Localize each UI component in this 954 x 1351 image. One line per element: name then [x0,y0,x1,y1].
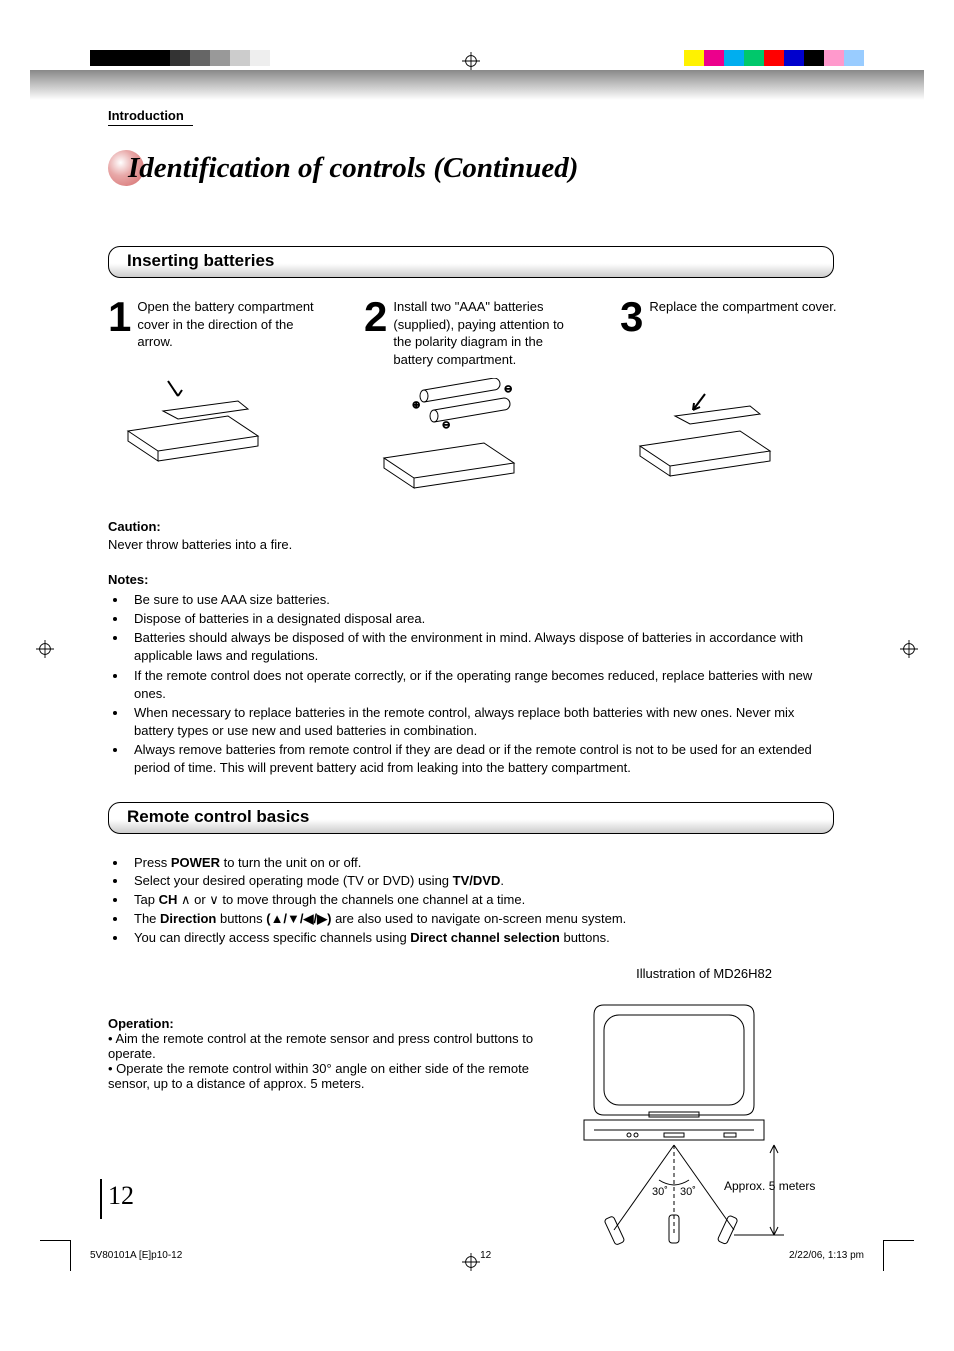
section-label: Introduction [108,108,193,126]
step-text: Install two "AAA" batteries (supplied), … [393,298,584,368]
step-text: Replace the compartment cover. [649,298,836,336]
step: 2 Install two "AAA" batteries (supplied)… [364,298,584,368]
registration-mark-icon [36,640,54,658]
caution-block: Caution: Never throw batteries into a fi… [108,518,834,554]
list-item: You can directly access specific channel… [128,929,834,948]
subsection-heading: Remote control basics [108,802,834,834]
basics-list: Press POWER to turn the unit on or off. … [108,854,834,948]
list-item: The Direction buttons (▲/▼/◀/▶) are also… [128,910,834,929]
registration-mark-icon [900,640,918,658]
operation-text: Operation: • Aim the remote control at t… [108,1016,534,1245]
step-column: 2 Install two "AAA" batteries (supplied)… [364,298,584,498]
list-item: Dispose of batteries in a designated dis… [128,610,834,628]
page-title-row: Identification of controls (Continued) [108,150,834,186]
list-item: If the remote control does not operate c… [128,667,834,703]
list-item: Press POWER to turn the unit on or off. [128,854,834,873]
footer-page: 12 [480,1250,491,1261]
page-content: Introduction Identification of controls … [108,108,834,1245]
step-number: 3 [620,298,643,336]
inserting-batteries-section: Inserting batteries 1 Open the battery c… [108,246,834,778]
list-item: Tap CH ∧ or ∨ to move through the channe… [128,891,834,910]
notes-label: Notes: [108,571,834,589]
page-title: Identification of controls (Continued) [128,152,578,185]
list-item: Always remove batteries from remote cont… [128,741,834,777]
step-number: 2 [364,298,387,368]
list-item: Select your desired operating mode (TV o… [128,872,834,891]
svg-text:⊖: ⊖ [504,384,512,395]
footer-file: 5V80101A [E]p10-12 [90,1250,182,1261]
list-item: Be sure to use AAA size batteries. [128,591,834,609]
document-page: Introduction Identification of controls … [0,0,954,1351]
page-number-bar [100,1179,102,1219]
step-text: Open the battery compartment cover in th… [137,298,328,351]
step-illustration: ⊕ ⊖ ⊖ [364,378,584,498]
operation-label: Operation: [108,1016,534,1031]
list-item: Batteries should always be disposed of w… [128,629,834,665]
operation-item: • Operate the remote control within 30° … [108,1061,534,1091]
step-number: 1 [108,298,131,351]
caution-label: Caution: [108,518,834,536]
print-color-bar [0,50,954,66]
notes-list: Be sure to use AAA size batteries. Dispo… [108,591,834,778]
print-footer: 5V80101A [E]p10-12 12 2/22/06, 1:13 pm [90,1250,864,1261]
angle-right-label: 30˚ [680,1186,696,1198]
step: 3 Replace the compartment cover. [620,298,840,336]
svg-text:⊕: ⊕ [412,400,420,411]
tv-illustration-block: Illustration of MD26H82 [574,966,834,1245]
tv-range-diagram: 30˚ 30˚ Approx. 5 meters [574,985,834,1245]
distance-label: Approx. 5 meters [724,1179,815,1193]
gradient-bar [30,70,924,100]
list-item: When necessary to replace batteries in t… [128,704,834,740]
remote-basics-section: Remote control basics Press POWER to tur… [108,802,834,1245]
footer-date: 2/22/06, 1:13 pm [789,1250,864,1261]
angle-left-label: 30˚ [652,1186,668,1198]
step-illustration [108,361,328,471]
page-number: 12 [108,1181,134,1211]
step-illustration [620,376,840,486]
illustration-caption: Illustration of MD26H82 [574,966,834,981]
operation-item: • Aim the remote control at the remote s… [108,1031,534,1061]
step-column: 3 Replace the compartment cover. [620,298,840,498]
notes-block: Notes: Be sure to use AAA size batteries… [108,571,834,778]
subsection-heading: Inserting batteries [108,246,834,278]
crop-mark-icon [40,1240,71,1271]
step: 1 Open the battery compartment cover in … [108,298,328,351]
step-column: 1 Open the battery compartment cover in … [108,298,328,498]
caution-text: Never throw batteries into a fire. [108,536,834,554]
svg-text:⊖: ⊖ [442,420,450,431]
crop-mark-icon [883,1240,914,1271]
operation-row: Operation: • Aim the remote control at t… [108,966,834,1245]
steps-row: 1 Open the battery compartment cover in … [108,298,834,498]
